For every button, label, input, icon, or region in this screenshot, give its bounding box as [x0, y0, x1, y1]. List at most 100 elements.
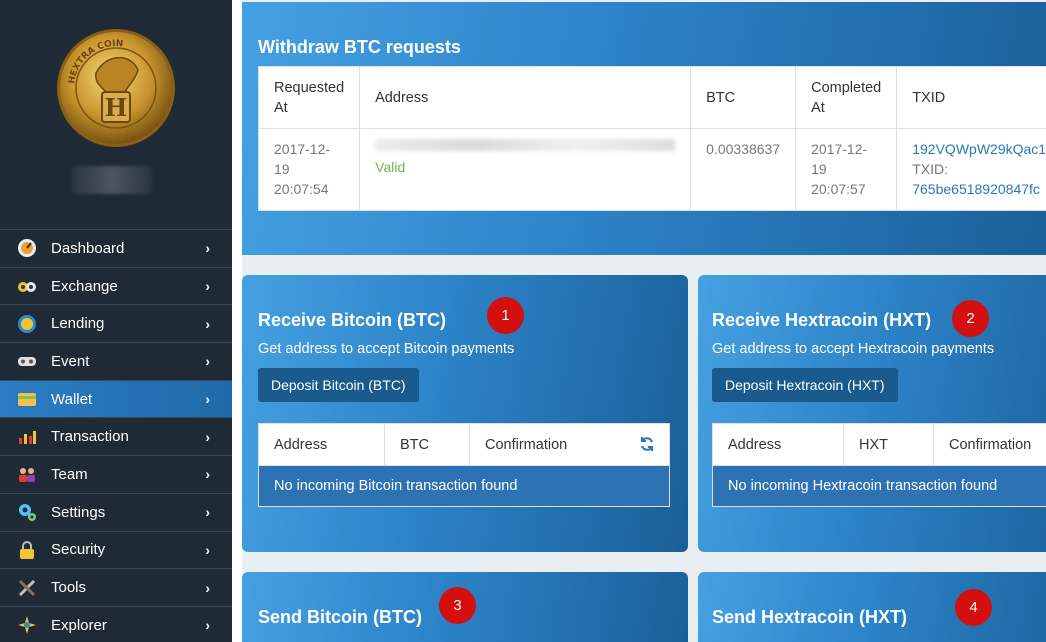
- svg-text:H: H: [105, 93, 128, 122]
- empty-row: No incoming Bitcoin transaction found: [258, 465, 670, 507]
- sidebar-item-label: Lending: [51, 315, 105, 333]
- sidebar-divider: [232, 0, 242, 642]
- deposit-hextracoin-button[interactable]: Deposit Hextracoin (HXT): [712, 368, 898, 402]
- column-header-address: Address: [258, 423, 385, 466]
- withdraw-btc-panel: Withdraw BTC requests Requested At Addre…: [242, 2, 1046, 255]
- empty-row: No incoming Hextracoin transaction found: [712, 465, 1046, 507]
- exchange-icon: [16, 275, 38, 297]
- sidebar-menu: Dashboard › Exchange › Lending › Event ›: [0, 229, 232, 642]
- receive-hxt-title: Receive Hextracoin (HXT): [712, 310, 932, 330]
- sidebar-item-label: Transaction: [51, 428, 129, 446]
- column-header-address: Address: [712, 423, 844, 466]
- chevron-right-icon: ›: [205, 504, 210, 521]
- sidebar-item-dashboard[interactable]: Dashboard ›: [0, 229, 232, 267]
- column-header-txid: TXID: [896, 66, 1046, 129]
- txid-address-link[interactable]: 192VQWpW29kQac1: [912, 141, 1046, 157]
- receive-hxt-subtitle: Get address to accept Hextracoin payment…: [712, 341, 995, 357]
- address-cell: Valid: [359, 128, 692, 211]
- sidebar-item-label: Dashboard: [51, 239, 125, 257]
- send-btc-title: Send Bitcoin (BTC): [258, 607, 422, 627]
- sidebar-item-label: Wallet: [51, 390, 93, 408]
- sidebar-item-wallet[interactable]: Wallet ›: [0, 379, 232, 418]
- confirmation-label: Confirmation: [485, 436, 568, 453]
- requested-at-cell: 2017-12-19 20:07:54: [257, 128, 361, 211]
- tools-icon: [16, 577, 38, 599]
- table-header-row: Requested At Address BTC Completed At TX…: [257, 66, 1046, 129]
- sidebar-item-lending[interactable]: Lending ›: [0, 304, 232, 342]
- sidebar-item-label: Explorer: [51, 616, 107, 634]
- sidebar-item-label: Event: [51, 352, 90, 370]
- incoming-hxt-table: Address HXT Confirmation No incoming Hex…: [712, 423, 1046, 507]
- chevron-right-icon: ›: [205, 353, 210, 370]
- step-badge: 3: [439, 587, 476, 624]
- username-redacted: [72, 166, 152, 194]
- column-header-btc: BTC: [384, 423, 470, 466]
- dashboard-icon: [16, 237, 38, 259]
- hextracoin-logo: HEXTRA COIN H: [56, 28, 176, 148]
- lock-icon: [16, 539, 38, 561]
- sidebar-item-label: Tools: [51, 579, 87, 597]
- receive-btc-title: Receive Bitcoin (BTC): [258, 310, 447, 330]
- column-header-requested-at: Requested At: [257, 66, 361, 129]
- completed-at-cell: 2017-12-19 20:07:57: [795, 128, 898, 211]
- sidebar-item-explorer[interactable]: Explorer ›: [0, 605, 232, 642]
- chevron-right-icon: ›: [205, 428, 210, 445]
- lending-icon: [16, 313, 38, 335]
- sidebar-item-transaction[interactable]: Transaction ›: [0, 417, 232, 455]
- sidebar-item-security[interactable]: Security ›: [0, 530, 232, 569]
- chevron-right-icon: ›: [205, 391, 210, 408]
- settings-icon: [16, 501, 38, 523]
- transaction-icon: [16, 426, 38, 448]
- chevron-right-icon: ›: [205, 278, 210, 295]
- send-btc-panel: Send Bitcoin (BTC) 3: [242, 572, 688, 642]
- sidebar-item-team[interactable]: Team ›: [0, 455, 232, 493]
- incoming-btc-table: Address BTC Confirmation No incoming Bit…: [258, 423, 670, 507]
- team-icon: [16, 463, 38, 485]
- empty-message: No incoming Bitcoin transaction found: [258, 465, 670, 507]
- deposit-bitcoin-button[interactable]: Deposit Bitcoin (BTC): [258, 368, 419, 402]
- column-header-btc: BTC: [690, 66, 797, 129]
- column-header-hxt: HXT: [843, 423, 934, 466]
- chevron-right-icon: ›: [205, 315, 210, 332]
- table-header-row: Address HXT Confirmation: [712, 423, 1046, 466]
- sidebar-item-label: Security: [51, 541, 106, 559]
- column-header-confirmation: Confirmation: [469, 423, 670, 466]
- receive-btc-subtitle: Get address to accept Bitcoin payments: [258, 341, 515, 357]
- withdraw-title: Withdraw BTC requests: [258, 37, 461, 57]
- address-valid-status: Valid: [375, 159, 406, 175]
- txid-cell: 192VQWpW29kQac1 TXID: 765be6518920847fc: [896, 128, 1046, 211]
- sidebar-item-label: Team: [51, 465, 88, 483]
- column-header-completed-at: Completed At: [795, 66, 898, 129]
- chevron-right-icon: ›: [205, 579, 210, 596]
- chevron-right-icon: ›: [205, 617, 210, 634]
- table-row: 2017-12-19 20:07:54 Valid 0.00338637 201…: [257, 128, 1046, 211]
- explorer-icon: [16, 614, 38, 636]
- event-icon: [16, 350, 38, 372]
- send-hxt-title: Send Hextracoin (HXT): [712, 607, 908, 627]
- step-badge: 4: [955, 589, 992, 626]
- chevron-right-icon: ›: [205, 240, 210, 257]
- sidebar-item-label: Settings: [51, 503, 106, 521]
- column-header-confirmation: Confirmation: [933, 423, 1046, 466]
- chevron-right-icon: ›: [205, 541, 210, 558]
- address-redacted: [375, 139, 676, 151]
- receive-btc-panel: Receive Bitcoin (BTC) 1 Get address to a…: [242, 275, 688, 552]
- sidebar-item-settings[interactable]: Settings ›: [0, 492, 232, 531]
- sidebar: HEXTRA COIN H Dashboard › Exchange › Len…: [0, 0, 232, 642]
- wallet-icon: [16, 388, 38, 410]
- withdraw-table: Requested At Address BTC Completed At TX…: [257, 66, 1046, 211]
- step-badge: 1: [487, 297, 524, 334]
- sidebar-item-event[interactable]: Event ›: [0, 342, 232, 380]
- txid-hash-link[interactable]: 765be6518920847fc: [912, 181, 1040, 197]
- step-badge: 2: [952, 300, 989, 337]
- txid-label: TXID:: [912, 161, 949, 177]
- sidebar-item-exchange[interactable]: Exchange ›: [0, 266, 232, 305]
- send-hxt-panel: Send Hextracoin (HXT) 4: [698, 572, 1046, 642]
- empty-message: No incoming Hextracoin transaction found: [712, 465, 1046, 507]
- btc-amount-cell: 0.00338637: [690, 128, 797, 211]
- sidebar-item-tools[interactable]: Tools ›: [0, 568, 232, 606]
- refresh-icon[interactable]: [639, 436, 655, 456]
- table-header-row: Address BTC Confirmation: [258, 423, 670, 466]
- sidebar-item-label: Exchange: [51, 277, 118, 295]
- column-header-address: Address: [359, 66, 692, 129]
